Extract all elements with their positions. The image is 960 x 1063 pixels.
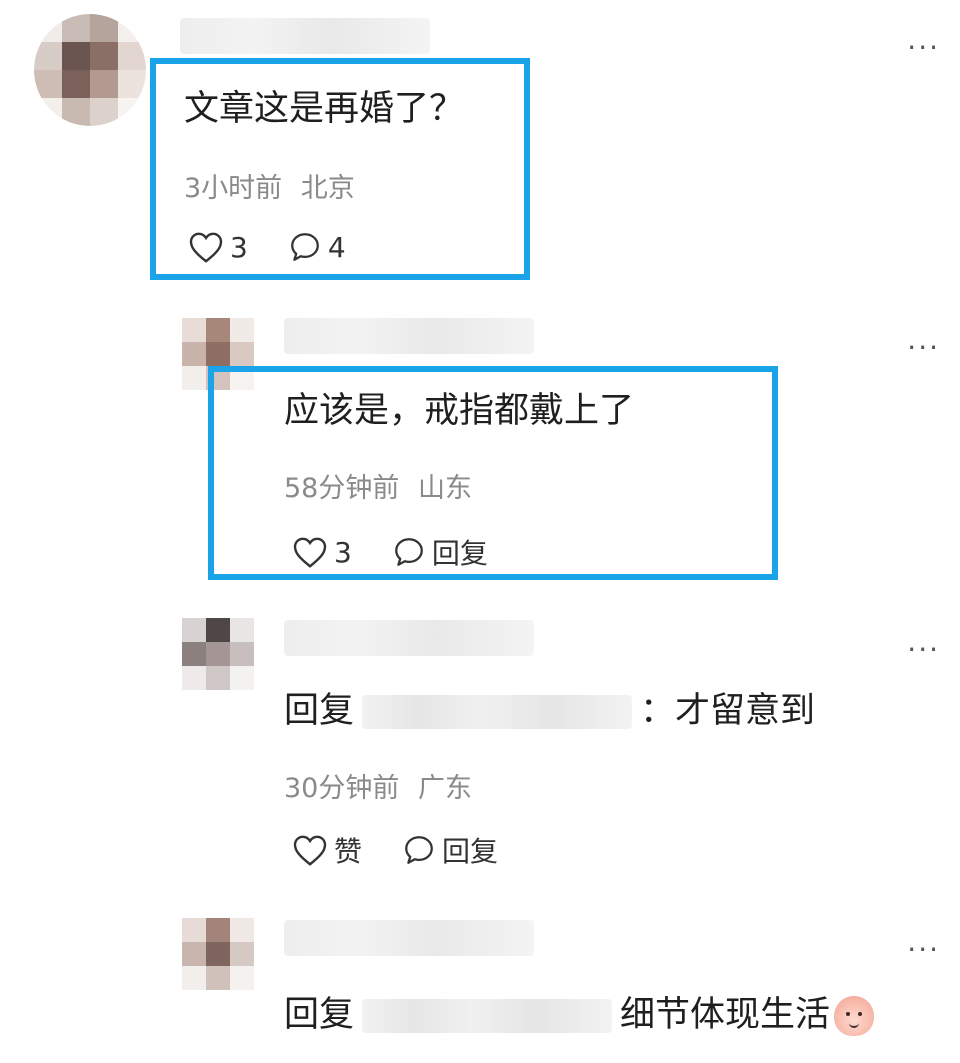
reply-button[interactable]: 回复 xyxy=(392,532,488,572)
reply-body: 细节体现生活 xyxy=(620,995,831,1035)
like-count: 3 xyxy=(230,230,248,264)
comment-location: 北京 xyxy=(300,173,355,204)
avatar[interactable] xyxy=(34,14,146,126)
avatar[interactable] xyxy=(182,918,254,990)
comment-location: 广东 xyxy=(417,773,472,804)
like-count: 3 xyxy=(334,535,352,569)
reply-target-blurred[interactable] xyxy=(362,999,613,1033)
comment-meta: 58分钟前 山东 xyxy=(284,466,472,505)
comment-time: 30分钟前 xyxy=(284,773,400,804)
like-button[interactable]: 3 xyxy=(188,230,248,264)
like-button[interactable]: 3 xyxy=(292,535,352,569)
comment-text: 回复 细节体现生活 xyxy=(284,994,875,1036)
comment-bubble-icon xyxy=(392,535,426,569)
reply-prefix: 回复 xyxy=(284,691,355,731)
nickname-blurred[interactable] xyxy=(284,318,534,354)
reply-target-blurred[interactable] xyxy=(362,695,633,729)
comment-meta: 3小时前 北京 xyxy=(184,166,355,205)
comment-bubble-icon xyxy=(288,230,322,264)
emoji-icon xyxy=(834,996,875,1036)
reply-label: 回复 xyxy=(442,835,499,868)
more-icon[interactable]: ··· xyxy=(907,636,940,664)
nickname-blurred[interactable] xyxy=(284,920,534,956)
comment-meta: 30分钟前 广东 xyxy=(284,766,472,805)
more-icon[interactable]: ··· xyxy=(907,334,940,362)
like-button[interactable]: 赞 xyxy=(292,830,362,870)
comment-text: 文章这是再婚了？ xyxy=(184,89,465,129)
comment-text: 应该是，戒指都戴上了 xyxy=(284,391,635,431)
more-icon[interactable]: ··· xyxy=(907,936,940,964)
comment-text: 回复 ：才留意到 xyxy=(284,690,815,732)
heart-icon xyxy=(292,833,328,867)
heart-icon xyxy=(188,230,224,264)
comment-actions: 赞 回复 xyxy=(292,830,538,870)
like-label: 赞 xyxy=(334,835,363,868)
reply-prefix: 回复 xyxy=(284,995,355,1035)
avatar[interactable] xyxy=(182,618,254,690)
more-icon[interactable]: ··· xyxy=(907,34,940,62)
comment-bubble-icon xyxy=(402,833,436,867)
avatar[interactable] xyxy=(182,318,254,390)
comment-location: 山东 xyxy=(417,473,472,504)
reply-body: ：才留意到 xyxy=(640,691,816,731)
reply-button[interactable]: 4 xyxy=(288,230,346,264)
nickname-blurred[interactable] xyxy=(284,620,534,656)
reply-count: 4 xyxy=(327,230,346,264)
comment-time: 58分钟前 xyxy=(284,473,400,504)
comment-actions: 3 4 xyxy=(188,230,386,264)
comment-time: 3小时前 xyxy=(184,173,283,204)
reply-label: 回复 xyxy=(431,537,488,570)
heart-icon xyxy=(292,535,328,569)
nickname-blurred[interactable] xyxy=(180,18,430,54)
comment-actions: 3 回复 xyxy=(292,532,528,572)
reply-button[interactable]: 回复 xyxy=(402,830,498,870)
